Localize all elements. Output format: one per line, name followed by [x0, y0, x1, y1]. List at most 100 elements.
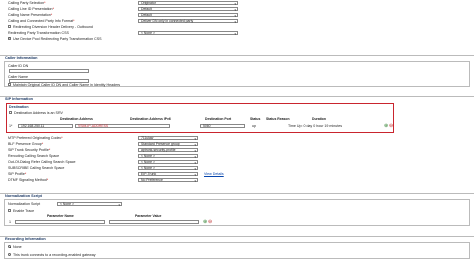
add-row-icon[interactable]: ⊕ [384, 123, 388, 129]
setting-row: Rerouting Calling Search Space [8, 153, 138, 158]
redirecting-diversion-checkbox[interactable] [8, 25, 11, 28]
sip-trunk-security-profile-select[interactable]: aptrunk-security-profile ▾ [138, 147, 198, 153]
destination-port-input[interactable]: 5060 [200, 123, 245, 128]
chevron-down-icon: ▾ [194, 160, 196, 165]
srv-row: Destination Address is an SRV [9, 110, 63, 115]
setting-label: Normalization Script [8, 201, 41, 206]
chevron-down-icon: ▾ [194, 154, 196, 159]
setting-row: Enable Trace [8, 208, 34, 213]
setting-row: Use Device Pool Redirecting Party Transf… [8, 36, 101, 41]
setting-row: Redirecting Diversion Header Delivery - … [8, 24, 143, 29]
setting-label: Redirecting Party Transformation CSS [8, 30, 69, 35]
setting-row: Redirecting Party Transformation CSS [8, 30, 138, 35]
setting-row: DTMF Signaling Method* [8, 177, 138, 182]
setting-row: Caller ID DN [8, 63, 138, 68]
section-divider [0, 193, 474, 194]
chevron-down-icon: ▾ [234, 13, 236, 18]
radio-label: This trunk connects to a recording-enabl… [13, 252, 96, 257]
column-header: Duration [312, 117, 326, 121]
column-header: Destination Address [60, 117, 93, 121]
column-header: Parameter Name [47, 214, 74, 218]
setting-label: MTP Preferred Originating Codec* [8, 135, 63, 140]
remove-row-icon[interactable]: ⊖ [208, 219, 212, 225]
caller-id-dn-input[interactable] [9, 69, 89, 73]
setting-row: SIP Trunk Security Profile* [8, 147, 138, 152]
caller-information-panel: Caller ID DN Caller Name Maintain Origin… [4, 61, 470, 87]
setting-row: Out-Of-Dialog Refer Calling Search Space [8, 159, 138, 164]
rerouting-css-select[interactable]: < None > ▾ [138, 153, 198, 159]
setting-label: Enable Trace [13, 208, 35, 213]
remove-row-icon[interactable]: ⊖ [389, 123, 393, 129]
destination-address-ipv6-input[interactable]: VSIM-IP-ADDRESS [75, 123, 170, 128]
normalization-script-title: Normalization Script [5, 194, 42, 198]
recording-information-title: Recording Information [5, 237, 46, 241]
setting-label: Use Device Pool Redirecting Party Transf… [13, 36, 102, 41]
setting-label: DTMF Signaling Method* [8, 177, 49, 182]
section-divider [0, 236, 474, 237]
normalization-script-select[interactable]: < None > ▾ [57, 201, 122, 207]
setting-label: SIP Profile* [8, 171, 27, 176]
setting-label: Out-Of-Dialog Refer Calling Search Space [8, 159, 76, 164]
radio-row: None [8, 244, 22, 249]
setting-row: MTP Preferred Originating Codec* [8, 135, 138, 140]
recording-panel: None This trunk connects to a recording-… [4, 242, 470, 259]
setting-label: Redirecting Diversion Header Delivery - … [13, 24, 93, 29]
mtp-preferred-codec-select[interactable]: 711ulaw ▾ [138, 135, 198, 141]
calling-party-selection-select[interactable]: Originator ▾ [138, 0, 238, 6]
recording-gateway-radio[interactable] [8, 253, 11, 256]
blf-presence-group-select[interactable]: Standard Presence group ▾ [138, 141, 198, 147]
setting-label: Calling Name Presentation* [8, 12, 53, 17]
setting-row: BLF Presence Group* [8, 141, 138, 146]
sip-profile-select[interactable]: EIP-Trunk ▾ [138, 171, 198, 177]
out-of-dialog-refer-css-select[interactable]: < None > ▾ [138, 159, 198, 165]
column-header: Parameter Value [135, 214, 162, 218]
setting-label: Caller Name [8, 74, 28, 79]
setting-row: Maintain Original Caller ID DN and Calle… [8, 82, 120, 87]
row-index: 1* [9, 124, 13, 128]
setting-label: Caller ID DN [8, 63, 29, 68]
chevron-down-icon: ▾ [234, 1, 236, 6]
radio-label: None [13, 244, 22, 249]
destination-duration: Time Up: 0 day 0 hour 19 minutes [288, 124, 342, 128]
setting-label: Rerouting Calling Search Space [8, 153, 60, 158]
calling-line-id-presentation-select[interactable]: Default ▾ [138, 6, 238, 12]
chevron-down-icon: ▾ [234, 7, 236, 12]
chevron-down-icon: ▾ [234, 31, 236, 36]
chevron-down-icon: ▾ [194, 142, 196, 147]
setting-label: Calling and Connected Party Info Format* [8, 18, 75, 23]
parameter-name-input[interactable] [15, 219, 105, 224]
setting-label: Calling Line ID Presentation* [8, 6, 54, 11]
chevron-down-icon: ▾ [194, 148, 196, 153]
parameter-value-input[interactable] [109, 219, 199, 224]
destination-status: up [252, 124, 256, 128]
destination-srv-checkbox[interactable] [9, 111, 12, 114]
subscribe-css-select[interactable]: < None > ▾ [138, 165, 198, 171]
dtmf-signaling-method-select[interactable]: No Preference ▾ [138, 177, 198, 183]
chevron-down-icon: ▾ [234, 19, 236, 24]
column-header: Status [250, 117, 261, 121]
maintain-original-caller-checkbox[interactable] [8, 83, 11, 86]
setting-label: Maintain Original Caller ID DN and Calle… [13, 82, 121, 87]
destination-address-input[interactable]: 192.168.250.11 [18, 123, 73, 128]
recording-none-radio[interactable] [8, 245, 11, 248]
use-device-pool-redirecting-checkbox[interactable] [8, 37, 11, 40]
column-header: Status Reason [266, 117, 290, 121]
add-row-icon[interactable]: ⊕ [203, 219, 207, 225]
setting-row: Normalization Script [8, 201, 56, 206]
calling-name-presentation-select[interactable]: Default ▾ [138, 12, 238, 18]
enable-trace-checkbox[interactable] [8, 209, 11, 212]
chevron-down-icon: ▾ [194, 178, 196, 183]
chevron-down-icon: ▾ [194, 136, 196, 141]
setting-label: Calling Party Selection* [8, 0, 46, 5]
view-details-link[interactable]: View Details [204, 172, 224, 176]
setting-row: Calling Name Presentation* [8, 12, 138, 17]
calling-connected-party-info-select[interactable]: Deliver DN only in connected party ▾ [138, 18, 238, 24]
section-divider [0, 55, 474, 56]
normalization-panel: Normalization Script < None > ▾ Enable Tr… [4, 199, 470, 226]
chevron-down-icon: ▾ [118, 202, 120, 207]
destination-title: Destination [9, 105, 29, 109]
setting-label: SUBSCRIBE Calling Search Space [8, 165, 65, 170]
column-header: Destination Port [205, 117, 232, 121]
row-index: 1 [9, 220, 11, 224]
redirecting-party-transformation-css-select[interactable]: < None > ▾ [138, 30, 238, 36]
